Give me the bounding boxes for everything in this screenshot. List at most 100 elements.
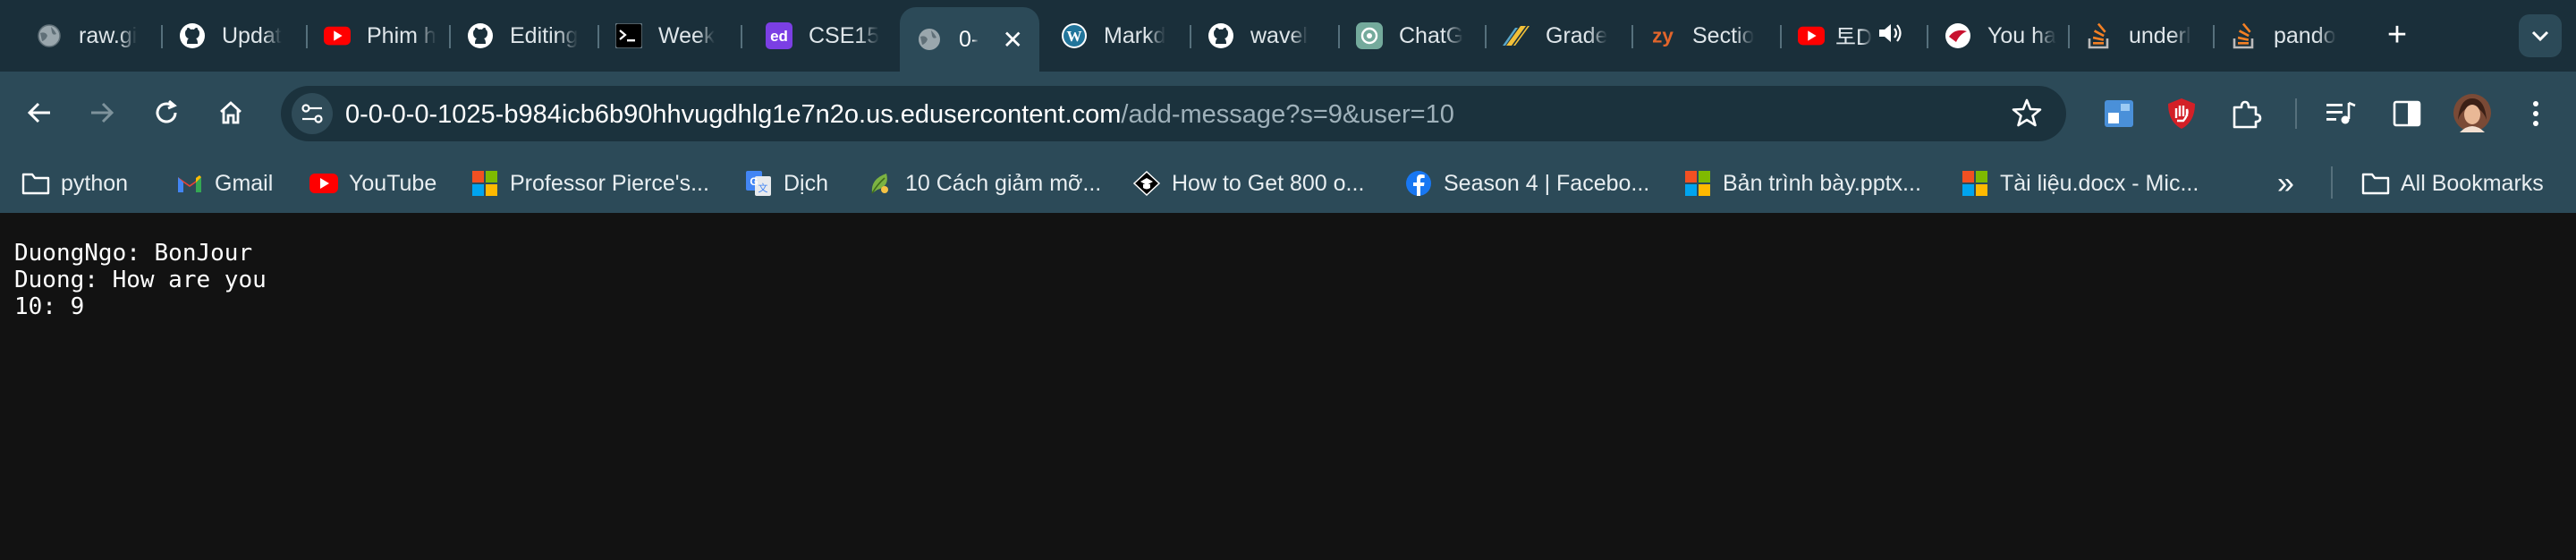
tab-label: Markd (1104, 22, 1166, 48)
extension-icon[interactable] (2100, 95, 2138, 132)
bookmark-label: Season 4 | Facebo... (1444, 170, 1650, 196)
bookmark-gmail[interactable]: Gmail (175, 166, 273, 200)
tab-label: underl (2129, 22, 2191, 48)
reload-button[interactable] (145, 91, 188, 134)
more-menu-icon[interactable] (2517, 95, 2555, 132)
side-panel-icon[interactable] (2388, 95, 2426, 132)
tab-strip: raw.gi Updat Phim h Editing Week ed CSE1… (0, 0, 2576, 72)
bookmark-label: YouTube (349, 170, 437, 196)
tab-label: You ha (1987, 22, 2056, 48)
tab-raw-github[interactable]: raw.gi (20, 13, 163, 59)
home-button[interactable] (209, 91, 252, 134)
tab-label: raw.gi (79, 22, 138, 48)
svg-text:文: 文 (758, 182, 768, 194)
wordpress-icon: W (1061, 22, 1088, 49)
bookmark-giam-mo[interactable]: 10 Cách giảm mỡ... (866, 166, 1101, 200)
facebook-icon (1404, 169, 1433, 198)
tab-terminal-week[interactable]: Week (599, 13, 742, 59)
tab-github-wavelet[interactable]: wavel (1191, 13, 1340, 59)
bookmark-label: How to Get 800 o... (1172, 170, 1365, 196)
tab-wordpress-markdown[interactable]: W Markd (1045, 13, 1191, 59)
media-controls-icon[interactable] (2322, 95, 2360, 132)
tab-label: 토D (1835, 25, 1873, 50)
bookmark-dich[interactable]: G文 Dịch (744, 166, 828, 200)
ed-icon: ed (766, 22, 792, 49)
tab-zybooks-section[interactable]: zy Sectio (1633, 13, 1782, 59)
tab-github-editing[interactable]: Editing (451, 13, 599, 59)
tab-label: Week (658, 22, 716, 48)
tab-label: ChatG (1399, 22, 1464, 48)
back-button[interactable] (18, 91, 61, 134)
bookmark-label: Professor Pierce's... (510, 170, 709, 196)
tab-search-button[interactable] (2519, 14, 2562, 57)
bookmark-tai-lieu[interactable]: Tài liệu.docx - Mic... (1961, 166, 2199, 200)
bookmark-facebook-season4[interactable]: Season 4 | Facebo... (1404, 166, 1649, 200)
tab-label: Editing (510, 22, 579, 48)
bookmarks-overflow-button[interactable]: » (2277, 166, 2294, 201)
google-translate-icon: G文 (744, 169, 773, 198)
tab-youtube-phim[interactable]: Phim h (308, 13, 451, 59)
bookmark-label: Dịch (784, 170, 829, 196)
url-host: 0-0-0-0-1025-b984icb6b90hhvugdhlg1e7n2o.… (345, 100, 1122, 129)
new-tab-button[interactable]: + (2377, 16, 2417, 55)
message-line: Duong: How are you (14, 267, 267, 293)
page-content: DuongNgo: BonJour Duong: How are you 10:… (0, 213, 2576, 560)
tab-label: Sectio (1692, 22, 1755, 48)
speaker-icon[interactable] (1877, 22, 1902, 49)
bookmark-professor-pierce[interactable]: Professor Pierce's... (470, 166, 709, 200)
tab-chatgpt[interactable]: ChatG (1340, 13, 1487, 59)
tab-label: Updat (222, 22, 282, 48)
bookmark-python[interactable]: python (21, 166, 128, 200)
reload-icon (156, 99, 177, 123)
microsoft-icon (1683, 169, 1712, 198)
avatar[interactable] (2451, 91, 2494, 134)
tab-active-add-message[interactable]: 0- ✕ (900, 7, 1039, 72)
tab-gradescope[interactable]: Grade (1487, 13, 1633, 59)
tab-github-update[interactable]: Updat (163, 13, 308, 59)
tab-cornell-you-have[interactable]: You ha (1928, 13, 2070, 59)
bookmark-label: python (61, 170, 129, 196)
svg-text:W: W (1067, 28, 1082, 45)
address-bar[interactable]: 0-0-0-0-1025-b984icb6b90hhvugdhlg1e7n2o.… (281, 86, 2066, 141)
folder-icon (21, 169, 50, 198)
bookmark-youtube[interactable]: YouTube (309, 166, 436, 200)
svg-text:zy: zy (1652, 25, 1674, 47)
tab-stackoverflow-underline[interactable]: underl (2070, 13, 2215, 59)
gmail-icon (175, 169, 204, 198)
back-arrow-icon (27, 102, 50, 123)
stackoverflow-icon (2086, 22, 2113, 49)
graduation-cap-icon (1132, 169, 1161, 198)
tab-label: pando (2274, 22, 2336, 48)
tab-youtube-playing[interactable]: 토D (1782, 13, 1928, 59)
leaf-icon (866, 169, 894, 198)
youtube-icon (309, 169, 338, 198)
bookmark-label: Gmail (215, 170, 274, 196)
cornell-icon (1945, 22, 1971, 49)
extensions-puzzle-icon[interactable] (2227, 95, 2265, 132)
bookmarks-bar: python Gmail YouTube Professor Pierce's.… (0, 154, 2576, 213)
chatgpt-icon (1356, 22, 1383, 49)
github-icon (179, 22, 206, 49)
tab-label: wavel (1250, 22, 1308, 48)
browser-toolbar: 0-0-0-0-1025-b984icb6b90hhvugdhlg1e7n2o.… (0, 72, 2576, 154)
bookmark-label: Bản trình bày.pptx... (1723, 170, 1921, 196)
tab-ed-cse15[interactable]: ed CSE15 (750, 13, 900, 59)
ublock-icon[interactable] (2163, 95, 2200, 132)
bookmark-label: 10 Cách giảm mỡ... (905, 170, 1102, 196)
bookmark-how-to-get-800[interactable]: How to Get 800 o... (1132, 166, 1364, 200)
svg-text:G: G (750, 175, 758, 188)
microsoft-icon (470, 169, 499, 198)
tab-stackoverflow-pandoc[interactable]: pando (2215, 13, 2356, 59)
close-tab-icon[interactable]: ✕ (1003, 25, 1023, 55)
tab-label: 0- (959, 26, 979, 52)
url-text[interactable]: 0-0-0-0-1025-b984icb6b90hhvugdhlg1e7n2o.… (345, 100, 1454, 130)
svg-text:ed: ed (770, 28, 788, 45)
forward-button[interactable] (80, 91, 123, 134)
bookmark-ban-trinh-bay[interactable]: Bản trình bày.pptx... (1683, 166, 1921, 200)
stackoverflow-icon (2231, 22, 2258, 49)
terminal-icon (615, 22, 642, 49)
bookmark-star-icon[interactable] (2011, 97, 2043, 129)
github-icon (1208, 22, 1234, 49)
site-info-icon[interactable] (292, 93, 333, 134)
all-bookmarks-button[interactable]: All Bookmarks (2361, 166, 2544, 200)
